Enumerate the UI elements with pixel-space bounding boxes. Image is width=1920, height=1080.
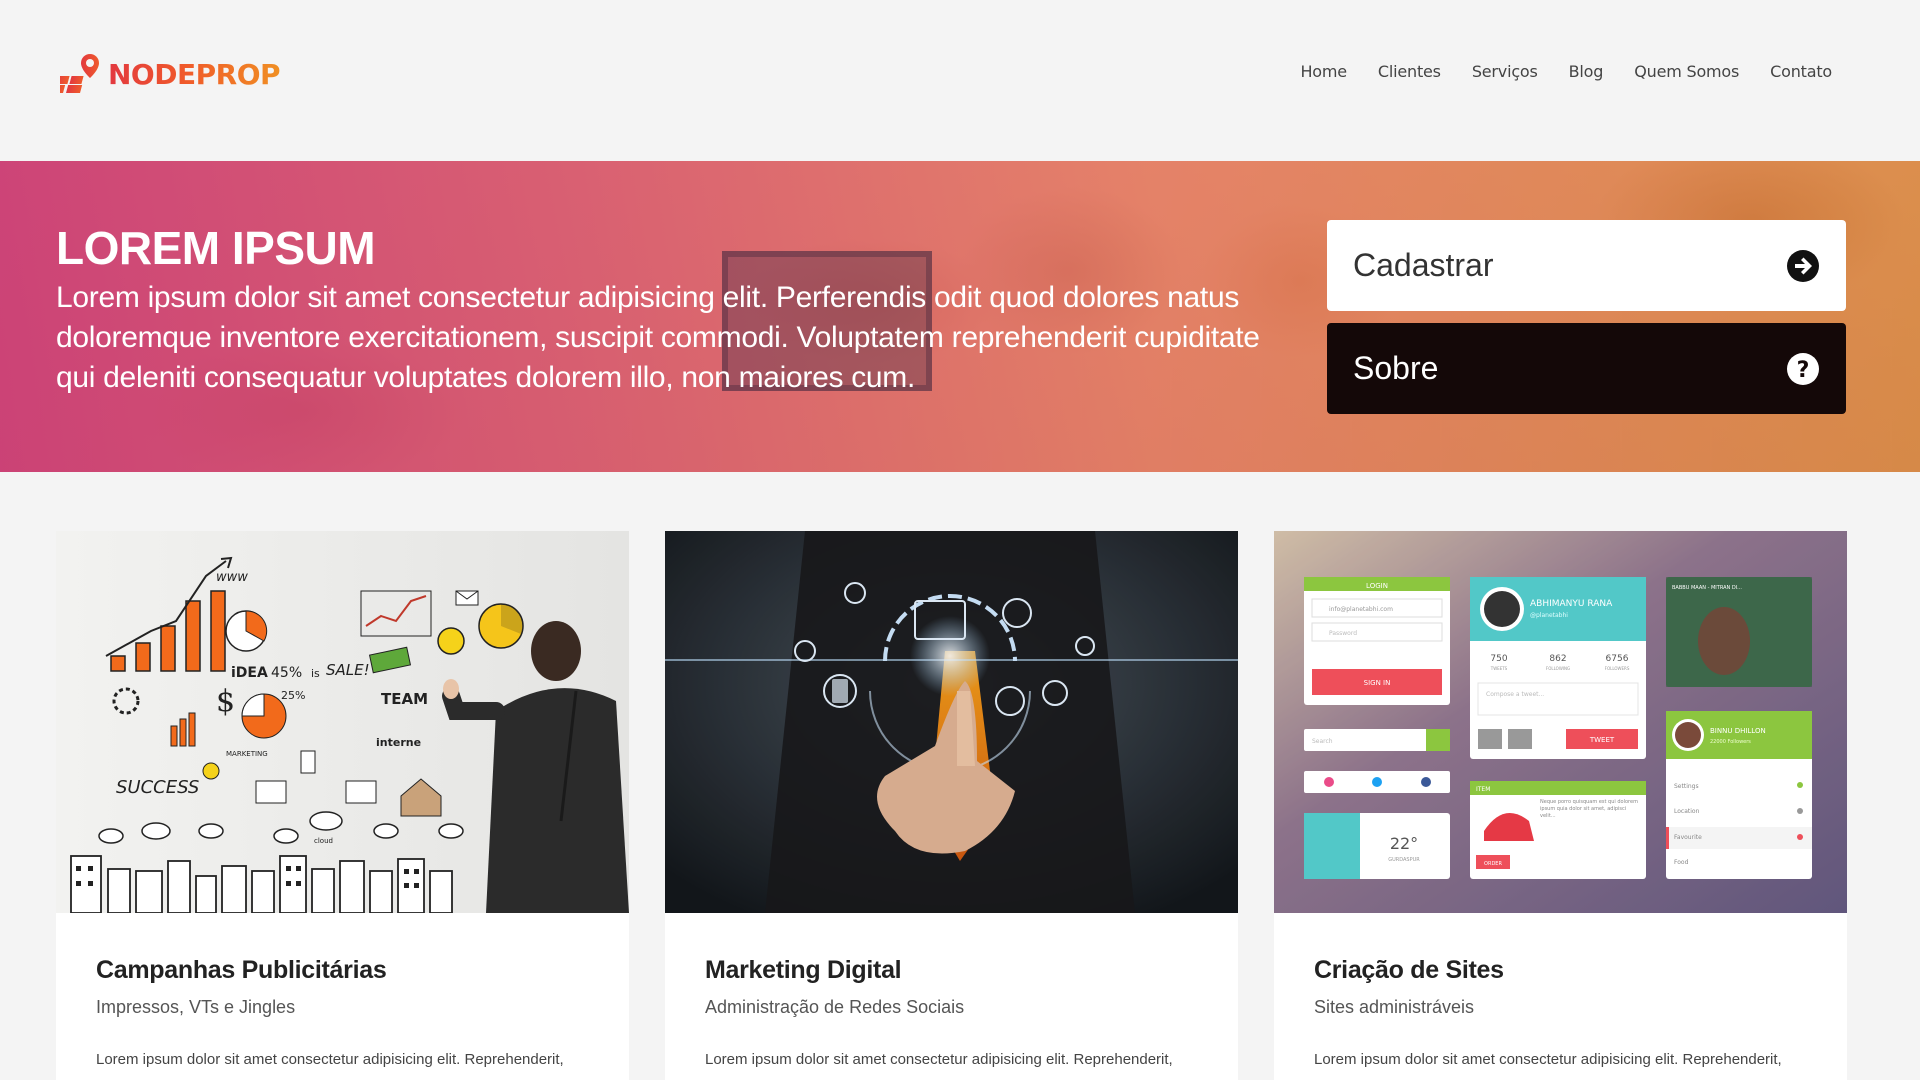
sketch-label-internet: interne <box>376 736 421 749</box>
sketch-label-marketing: MARKETING <box>226 750 268 758</box>
service-card-marketing[interactable]: Marketing Digital Administração de Redes… <box>665 531 1238 1080</box>
ui-order: ORDER <box>1484 861 1502 867</box>
ui-item-label: ITEM <box>1476 786 1490 793</box>
hero-text: Lorem ipsum dolor sit amet consectetur a… <box>56 281 1260 394</box>
ui-tweet: TWEET <box>1589 736 1615 744</box>
ui-search: Search <box>1312 738 1333 745</box>
card-body: Lorem ipsum dolor sit amet consectetur a… <box>96 1051 564 1068</box>
logo-text: NODEPROP <box>108 57 281 91</box>
ui-video-title: BABBU MAAN - MITRAN DI... <box>1672 585 1742 591</box>
ui-profile-name: ABHIMANYU RANA <box>1530 599 1613 609</box>
hero-banner: LOREM IPSUM Lorem ipsum dolor sit amet c… <box>0 161 1920 472</box>
sketch-label-sale: SALE! <box>326 661 370 679</box>
card-image-ui-kit: LOGIN info@planetabhi.com Password SIGN … <box>1274 531 1847 913</box>
ui-stat-2: 862 <box>1549 654 1566 664</box>
cadastrar-button-label: Cadastrar <box>1353 247 1494 283</box>
ui-menu-settings: Settings <box>1674 783 1699 790</box>
nav-clientes[interactable]: Clientes <box>1378 62 1441 81</box>
ui-login-title: LOGIN <box>1366 582 1388 590</box>
site-header: NODEPROP Home Clientes Serviços Blog Que… <box>0 0 1920 161</box>
ui-menu-location: Location <box>1674 808 1700 815</box>
question-circle-icon: ? <box>1787 352 1819 385</box>
nav-servicos[interactable]: Serviços <box>1472 62 1538 81</box>
ui-profile2-followers: 22000 Followers <box>1710 739 1751 745</box>
nav-home[interactable]: Home <box>1300 62 1347 81</box>
svg-text:$: $ <box>216 684 235 719</box>
ui-login-password: Password <box>1329 630 1357 637</box>
sketch-label-team: TEAM <box>381 690 428 708</box>
logo-pin-icon <box>60 54 99 93</box>
card-body: Lorem ipsum dolor sit amet consectetur a… <box>1314 1051 1782 1068</box>
sobre-button[interactable]: Sobre ? <box>1327 323 1846 414</box>
nav-quem-somos[interactable]: Quem Somos <box>1634 62 1739 81</box>
ui-menu-food: Food <box>1674 859 1689 866</box>
ui-login-email: info@planetabhi.com <box>1329 606 1393 613</box>
card-title: Marketing Digital <box>705 956 902 984</box>
ui-stat-3: 6756 <box>1606 654 1629 664</box>
ui-login-signin: SIGN IN <box>1364 679 1391 687</box>
card-subtitle: Administração de Redes Sociais <box>705 997 965 1017</box>
ui-stat-label-1: TWEETS <box>1490 666 1508 671</box>
sketch-label-is: is <box>311 667 320 680</box>
ui-stat-1: 750 <box>1490 654 1507 664</box>
ui-profile2-name: BINNU DHILLON <box>1710 727 1766 735</box>
card-subtitle: Sites administráveis <box>1314 997 1475 1017</box>
hero-title: LOREM IPSUM <box>56 222 376 274</box>
sketch-label-idea: iDEA <box>231 665 268 681</box>
ui-stat-label-3: FOLLOWERS <box>1605 666 1630 671</box>
ui-stat-label-2: FOLLOWING <box>1546 666 1570 671</box>
card-subtitle: Impressos, VTs e Jingles <box>96 997 296 1017</box>
arrow-right-circle-icon <box>1787 249 1819 282</box>
ui-compose: Compose a tweet... <box>1486 691 1544 698</box>
sketch-label-25: 25% <box>281 689 305 702</box>
ui-menu-favourite: Favourite <box>1674 834 1702 841</box>
nav-blog[interactable]: Blog <box>1569 62 1604 81</box>
ui-item-text: Neque porro quisquam est qui dolorem ips… <box>1540 799 1638 819</box>
sketch-label-cloud: cloud <box>314 837 333 845</box>
ui-profile-handle: @planetabhi <box>1530 612 1568 619</box>
card-title: Campanhas Publicitárias <box>96 956 387 984</box>
card-title: Criação de Sites <box>1314 956 1504 984</box>
logo[interactable]: NODEPROP <box>60 52 281 96</box>
card-image-whiteboard: www iDEA 45% is SALE! 25% $ TEAM interne… <box>56 531 629 913</box>
ui-city: GURDASPUR <box>1388 857 1420 863</box>
sobre-button-label: Sobre <box>1353 350 1439 386</box>
sketch-label-45: 45% <box>271 665 302 681</box>
digital-touch-illustration <box>665 531 1238 913</box>
whiteboard-sketch-illustration: www iDEA 45% is SALE! 25% $ TEAM interne… <box>56 531 629 913</box>
service-card-sites[interactable]: LOGIN info@planetabhi.com Password SIGN … <box>1274 531 1847 1080</box>
svg-text:?: ? <box>1797 358 1810 383</box>
main-nav: Home Clientes Serviços Blog Quem Somos C… <box>1300 62 1832 81</box>
ui-kit-illustration: LOGIN info@planetabhi.com Password SIGN … <box>1274 531 1847 913</box>
service-card-campanhas[interactable]: www iDEA 45% is SALE! 25% $ TEAM interne… <box>56 531 629 1080</box>
ui-temperature: 22° <box>1390 834 1418 853</box>
card-image-digital-touch <box>665 531 1238 913</box>
sketch-label-success: SUCCESS <box>116 777 199 798</box>
cadastrar-button[interactable]: Cadastrar <box>1327 220 1846 311</box>
nav-contato[interactable]: Contato <box>1770 62 1832 81</box>
card-body: Lorem ipsum dolor sit amet consectetur a… <box>705 1051 1173 1068</box>
sketch-label-www: www <box>216 570 248 585</box>
